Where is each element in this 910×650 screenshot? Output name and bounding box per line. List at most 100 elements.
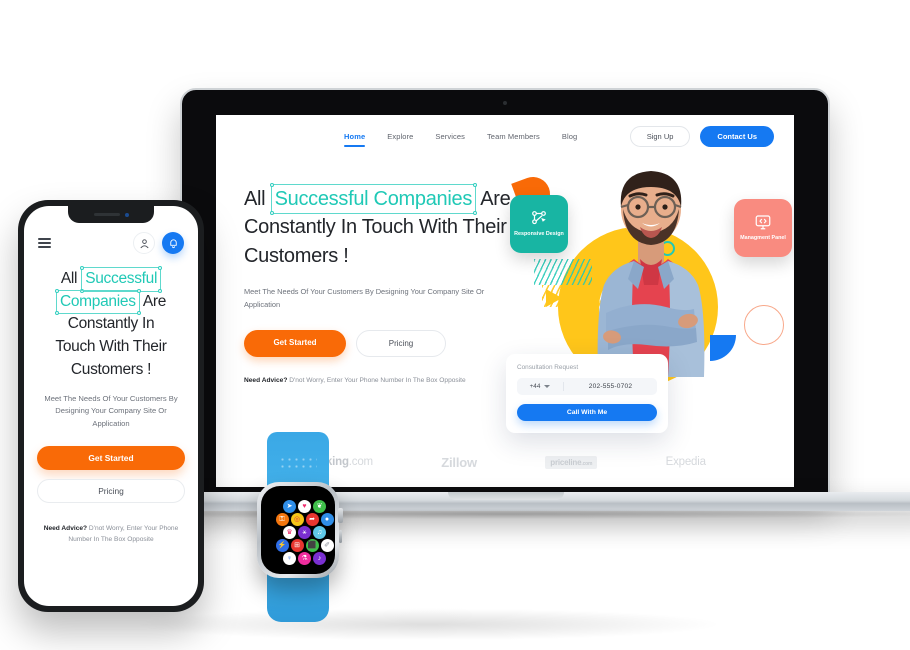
phone-highlight-selection-2[interactable]: Companies <box>54 288 141 316</box>
nav-item-explore[interactable]: Explore <box>387 132 413 141</box>
handle-top-right[interactable] <box>158 266 163 270</box>
watch-app-grid: ➤ ♥ ❦ ⚿ ◎ ➦ ● ♛ ⚹ ♫ ⚡ ⊞ ⬛ ✐ ♀ ⚗ ♪ <box>261 486 335 574</box>
digital-crown[interactable] <box>338 508 343 523</box>
handle-bottom-right[interactable] <box>136 311 141 316</box>
watch-screen: ➤ ♥ ❦ ⚿ ◎ ➦ ● ♛ ⚹ ♫ ⚡ ⊞ ⬛ ✐ ♀ ⚗ ♪ <box>261 486 335 574</box>
get-started-button[interactable]: Get Started <box>244 329 346 357</box>
phone-input-row: +44 202-555-0702 <box>517 378 657 395</box>
feature-card-label: Managment Panel <box>740 235 786 242</box>
notifications-button[interactable] <box>162 232 184 254</box>
feature-card-responsive-design[interactable]: Responsive Design <box>510 195 568 253</box>
phone-headline-line-3: Touch With Their <box>55 337 167 355</box>
phone-headline-pre: All <box>60 270 78 287</box>
contact-us-button[interactable]: Contact Us <box>700 125 774 147</box>
camera-icon[interactable]: ⬛ <box>305 539 319 552</box>
nodes-icon <box>532 211 546 225</box>
call-with-me-button[interactable]: Call With Me <box>517 404 657 421</box>
hero-subtitle: Meet The Needs Of Your Customers By Desi… <box>244 287 485 309</box>
handle-top-right[interactable] <box>473 183 478 187</box>
user-account-button[interactable] <box>133 232 155 254</box>
headline-pre: All <box>244 188 266 210</box>
nav-links: Home Explore Services Team Members Blog <box>344 132 577 147</box>
chevron-down-icon <box>544 385 551 388</box>
hero-copy: All Successful Companies Are Constantly … <box>244 183 526 384</box>
country-code-value: +44 <box>529 383 541 390</box>
handle-bottom-right[interactable] <box>158 288 163 293</box>
navigation-icon[interactable]: ➤ <box>283 500 296 513</box>
brand-logo-expedia: Expedia <box>665 456 706 468</box>
pricing-button[interactable]: Pricing <box>356 329 446 357</box>
target-icon[interactable]: ◎ <box>290 513 304 526</box>
handle-top-left[interactable] <box>54 288 59 293</box>
hero-section: All Successful Companies Are Constantly … <box>216 157 794 433</box>
laptop-camera-icon <box>503 101 507 105</box>
phone-number-input[interactable]: 202-555-0702 <box>564 383 657 390</box>
country-code-select[interactable]: +44 <box>517 383 563 390</box>
leaf-icon[interactable]: ❦ <box>313 500 326 513</box>
nav-item-home[interactable]: Home <box>344 132 366 147</box>
phone-highlight-selection-1[interactable]: Successful <box>80 266 163 293</box>
crown-icon[interactable]: ♛ <box>283 526 296 539</box>
hamburger-menu-icon[interactable] <box>38 237 51 249</box>
headline-line-3: Customers ! <box>244 244 349 267</box>
handle-top-left[interactable] <box>80 266 85 270</box>
code-monitor-icon <box>755 215 771 230</box>
headline-highlight-selection[interactable]: Successful Companies <box>269 183 478 216</box>
hero-headline: All Successful Companies Are Constantly … <box>244 183 526 270</box>
phone-header-actions <box>133 232 184 254</box>
microphone-icon[interactable]: ♀ <box>283 552 296 565</box>
gift-icon[interactable]: ⊞ <box>290 539 304 552</box>
phone-hero: All Successful Companies Are Constantly … <box>24 254 198 545</box>
brand-name: priceline <box>550 457 582 467</box>
user-icon <box>140 238 148 248</box>
phone-highlight-text-2: Companies <box>59 292 136 310</box>
paperclip-icon[interactable]: ✐ <box>320 539 334 552</box>
site-navbar: Home Explore Services Team Members Blog … <box>216 115 794 157</box>
watch-case: ➤ ♥ ❦ ⚿ ◎ ➦ ● ♛ ⚹ ♫ ⚡ ⊞ ⬛ ✐ ♀ ⚗ ♪ <box>257 482 343 578</box>
nav-item-team-members[interactable]: Team Members <box>487 132 540 141</box>
advice-label: Need Advice? <box>244 376 288 384</box>
handle-bottom-left[interactable] <box>269 211 274 216</box>
phone-get-started-button[interactable]: Get Started <box>37 446 185 471</box>
consultation-request-card: Consultation Request +44 202-555-0702 Ca… <box>506 354 668 433</box>
nav-item-blog[interactable]: Blog <box>562 132 577 141</box>
brand-suffix: .com <box>581 460 593 467</box>
phone-headline-post: Are <box>142 292 167 310</box>
brand-logo-zillow: Zillow <box>441 454 477 470</box>
message-icon[interactable]: ● <box>320 513 334 526</box>
headline-post: Are <box>480 188 511 210</box>
phone-camera-icon <box>124 212 129 217</box>
side-button[interactable] <box>338 530 342 543</box>
phone-notch <box>68 206 154 223</box>
phone-headline-line-4: Customers ! <box>70 360 152 378</box>
headphones-icon[interactable]: ♫ <box>313 526 326 539</box>
flask-icon[interactable]: ⚗ <box>298 552 311 565</box>
lock-icon[interactable]: ⚿ <box>275 513 289 526</box>
handle-bottom-right[interactable] <box>473 211 478 216</box>
hero-advice-text: Need Advice? D'not Worry, Enter Your Pho… <box>244 377 526 384</box>
nav-item-services[interactable]: Services <box>435 132 465 141</box>
phone-pricing-button[interactable]: Pricing <box>37 479 185 504</box>
compass-icon[interactable]: ➦ <box>305 513 319 526</box>
hero-cta-group: Get Started Pricing <box>244 329 526 357</box>
advice-body: D'not Worry, Enter Your Phone Number In … <box>289 376 466 384</box>
feature-card-managment-panel[interactable]: Managment Panel <box>734 199 792 257</box>
handle-bottom-left[interactable] <box>54 311 59 316</box>
phone-advice-label: Need Advice? <box>43 525 88 533</box>
smartwatch-device: ➤ ♥ ❦ ⚿ ◎ ➦ ● ♛ ⚹ ♫ ⚡ ⊞ ⬛ ✐ ♀ ⚗ ♪ <box>243 432 353 622</box>
phone-subtitle: Meet The Needs Of Your Customers By Desi… <box>44 394 178 428</box>
sign-up-button[interactable]: Sign Up <box>629 125 691 147</box>
bolt-icon[interactable]: ⚡ <box>275 539 289 552</box>
phone-headline: All Successful Companies Are Constantly … <box>37 266 185 381</box>
headline-line-2: Constantly In Touch With Their <box>244 216 507 239</box>
phone-screen: All Successful Companies Are Constantly … <box>24 206 198 606</box>
heart-icon[interactable]: ♥ <box>298 500 311 513</box>
handle-top-right[interactable] <box>136 288 141 293</box>
gamepad-icon[interactable]: ⚹ <box>298 526 311 539</box>
orange-circle-outline <box>744 305 784 345</box>
music-icon[interactable]: ♪ <box>313 552 326 565</box>
feature-card-label: Responsive Design <box>514 231 564 238</box>
handle-top-left[interactable] <box>269 183 274 187</box>
bell-icon <box>169 238 177 248</box>
phone-speaker <box>93 213 120 216</box>
